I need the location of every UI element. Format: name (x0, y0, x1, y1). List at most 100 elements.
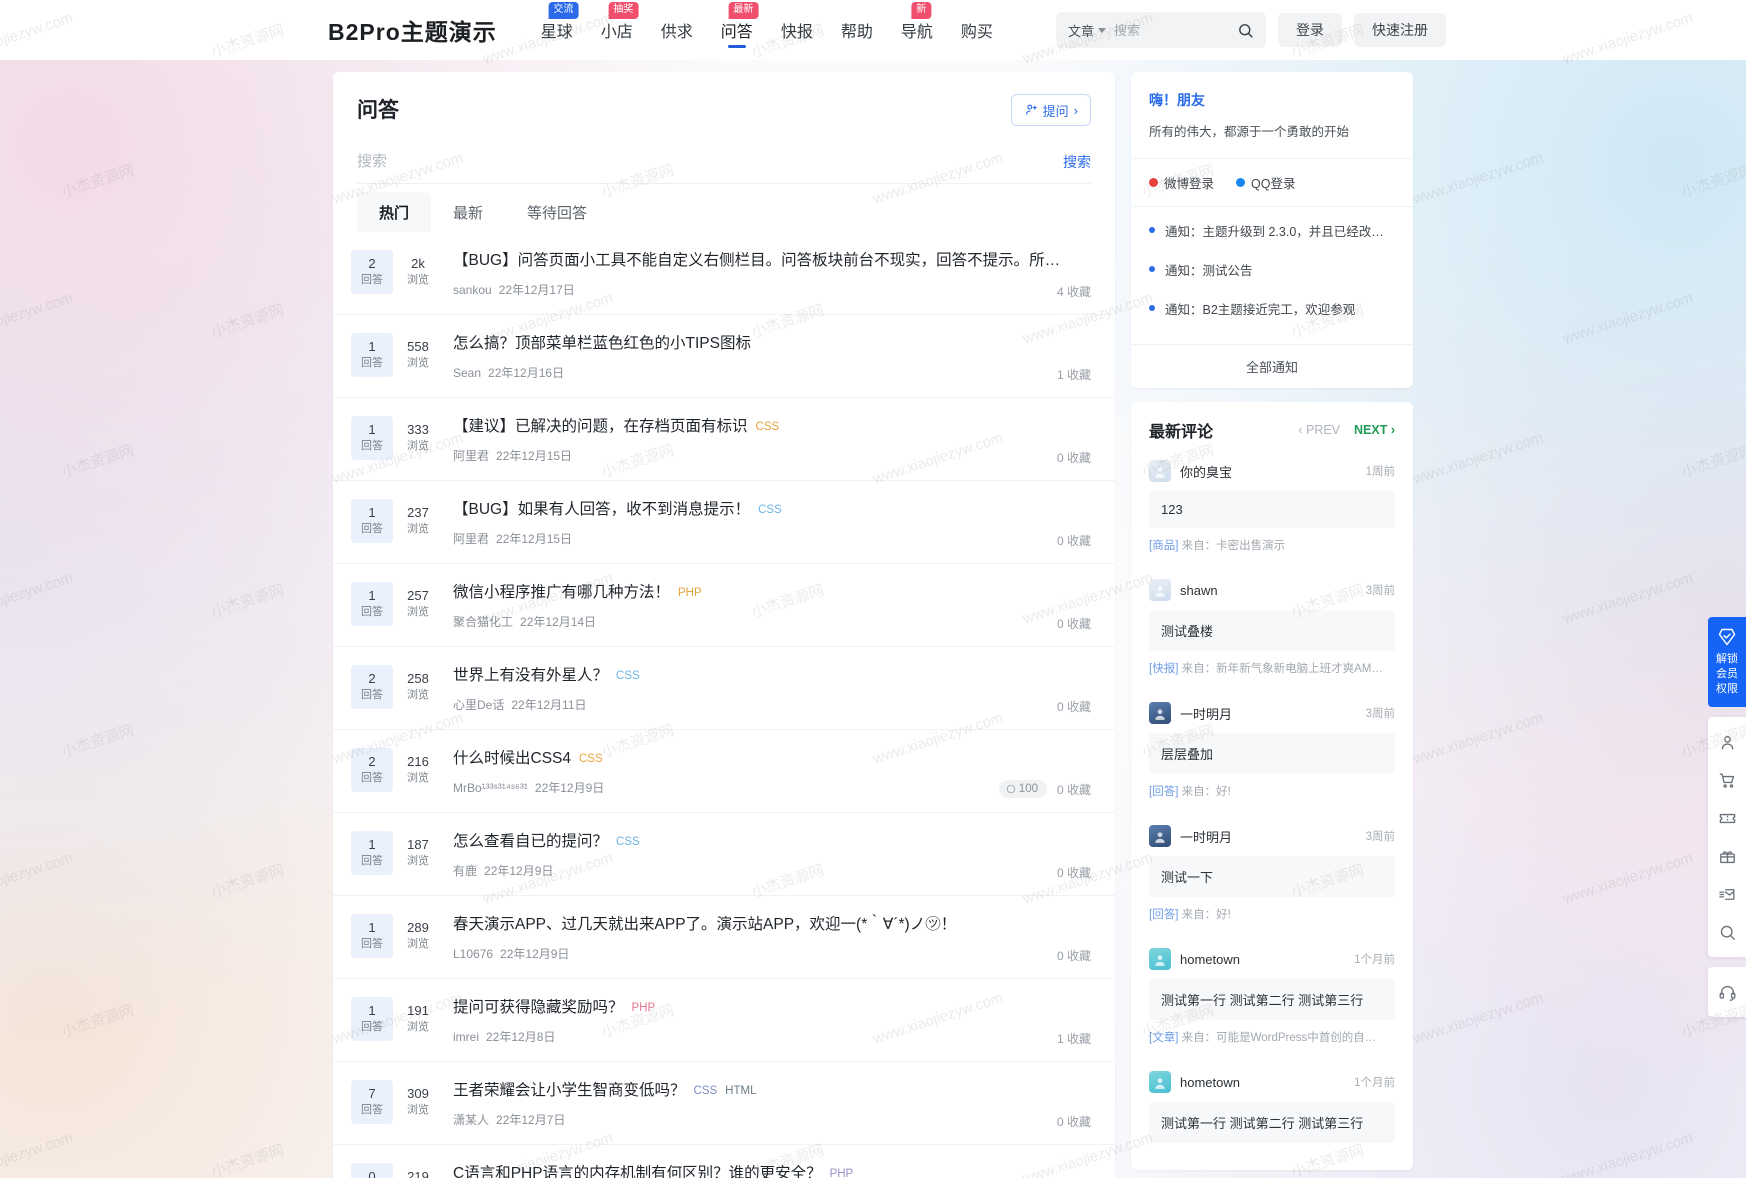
unlock-membership-button[interactable]: 解锁 会员 权限 (1708, 617, 1746, 707)
search-scope-select[interactable]: 文章 (1068, 21, 1107, 40)
nav-item-4[interactable]: 快报 (767, 0, 827, 60)
question-row[interactable]: 7 回答 309 浏览 王者荣耀会让小学生智商变低吗？ CSS HTML 潇某人 22… (333, 1062, 1115, 1145)
search-icon[interactable] (1237, 22, 1254, 39)
mail-icon[interactable] (1708, 875, 1746, 913)
nav-item-3[interactable]: 问答 最新 (707, 0, 767, 60)
question-tag[interactable]: HTML (725, 1085, 756, 1097)
question-title[interactable]: 【BUG】问答页面小工具不能自定义右侧栏目。问答板块前台不现实，回答不提示。所… (453, 250, 1091, 272)
avatar[interactable] (1149, 948, 1171, 970)
comment-source[interactable]: [回答] 来自：好! (1149, 906, 1395, 922)
question-tag[interactable]: CSS (758, 504, 782, 516)
question-author[interactable]: MrBo¹³³ˢ³¹⁴ˢ⁶³¹ (453, 781, 528, 795)
question-row[interactable]: 1 回答 237 浏览 【BUG】如果有人回答，收不到消息提示！ CSS 阿里君 2… (333, 481, 1115, 564)
question-title[interactable]: 【BUG】如果有人回答，收不到消息提示！ CSS (453, 499, 1091, 521)
comment-item[interactable]: 你的臭宝 1周前 123 [商品] 来自：卡密出售演示 (1131, 452, 1413, 571)
comment-source[interactable]: [文章] 来自：可能是WordPress中首创的自… (1149, 1029, 1395, 1045)
comment-author[interactable]: 一时明月 (1180, 827, 1232, 846)
nav-item-7[interactable]: 购买 (947, 0, 1007, 60)
site-logo[interactable]: B2Pro主题演示 (328, 13, 497, 47)
notice-item[interactable]: 通知：主题升级到 2.3.0，并且已经改… (1149, 221, 1395, 240)
qq-login-button[interactable]: QQ登录 (1236, 173, 1295, 192)
question-tag[interactable]: PHP (678, 587, 702, 599)
question-tag[interactable]: CSS (579, 753, 603, 765)
question-title[interactable]: 什么时候出CSS4 CSS (453, 748, 1091, 770)
qa-search-input[interactable] (357, 153, 1049, 170)
question-title[interactable]: 【建议】已解决的问题，在存档页面有标识 CSS (453, 416, 1091, 438)
nav-item-2[interactable]: 供求 (647, 0, 707, 60)
question-row[interactable]: 1 回答 257 浏览 微信小程序推广有哪几种方法！ PHP 聚合猫化工 22年12… (333, 564, 1115, 647)
question-author[interactable]: sankou (453, 283, 492, 297)
comment-item[interactable]: 一时明月 3周前 层层叠加 [回答] 来自：好! (1131, 694, 1413, 817)
register-button[interactable]: 快速注册 (1354, 13, 1446, 47)
question-title[interactable]: 怎么搞？顶部菜单栏蓝色红色的小TIPS图标 (453, 333, 1091, 355)
headset-icon[interactable] (1708, 973, 1746, 1011)
notice-item[interactable]: 通知：测试公告 (1149, 260, 1395, 279)
comment-item[interactable]: hometown 1个月前 测试第一行 测试第二行 测试第三行 [文章] 来自：… (1131, 940, 1413, 1063)
comment-item[interactable]: 一时明月 3周前 测试一下 [回答] 来自：好! (1131, 817, 1413, 940)
comment-author[interactable]: 你的臭宝 (1180, 462, 1232, 481)
user-icon[interactable] (1708, 723, 1746, 761)
question-row[interactable]: 1 回答 558 浏览 怎么搞？顶部菜单栏蓝色红色的小TIPS图标 Sean 22… (333, 315, 1115, 398)
question-tag[interactable]: CSS (756, 421, 780, 433)
avatar[interactable] (1149, 460, 1171, 482)
question-title[interactable]: 春天演示APP、过几天就出来APP了。演示站APP，欢迎一(*｀∀´*)ノ㋡！ (453, 914, 1091, 936)
avatar[interactable] (1149, 825, 1171, 847)
login-button[interactable]: 登录 (1278, 13, 1342, 47)
weibo-login-button[interactable]: 微博登录 (1149, 173, 1214, 192)
question-author[interactable]: 阿里君 (453, 532, 489, 546)
ask-question-button[interactable]: 提问 › (1010, 94, 1091, 126)
comments-prev-button[interactable]: ‹ PREV (1298, 423, 1340, 437)
question-author[interactable]: 潇某人 (453, 1113, 489, 1127)
question-row[interactable]: 2 回答 216 浏览 什么时候出CSS4 CSS MrBo¹³³ˢ³¹⁴ˢ⁶³¹… (333, 730, 1115, 813)
question-row[interactable]: 1 回答 187 浏览 怎么查看自已的提问？ CSS 有鹿 22年12月9日 0 收… (333, 813, 1115, 896)
avatar[interactable] (1149, 702, 1171, 724)
comment-author[interactable]: hometown (1180, 1075, 1240, 1090)
question-tag[interactable]: PHP (830, 1168, 854, 1178)
question-row[interactable]: 1 回答 333 浏览 【建议】已解决的问题，在存档页面有标识 CSS 阿里君 22… (333, 398, 1115, 481)
tab-0[interactable]: 热门 (357, 192, 432, 232)
question-author[interactable]: L10676 (453, 947, 493, 961)
header-search[interactable]: 文章 (1056, 12, 1266, 48)
question-title[interactable]: 王者荣耀会让小学生智商变低吗？ CSS HTML (453, 1080, 1091, 1102)
question-row[interactable]: 1 回答 289 浏览 春天演示APP、过几天就出来APP了。演示站APP，欢迎… (333, 896, 1115, 979)
comment-author[interactable]: shawn (1180, 583, 1218, 598)
gift-icon[interactable] (1708, 837, 1746, 875)
question-title[interactable]: 世界上有没有外星人？ CSS (453, 665, 1091, 687)
question-author[interactable]: 心里De话 (453, 698, 504, 712)
comment-source[interactable]: [快报] 来自：新年新气象新电脑上班才爽AM… (1149, 660, 1395, 676)
comment-author[interactable]: hometown (1180, 952, 1240, 967)
nav-item-6[interactable]: 导航 新 (887, 0, 947, 60)
question-row[interactable]: 2 回答 258 浏览 世界上有没有外星人？ CSS 心里De话 22年12月11日… (333, 647, 1115, 730)
avatar[interactable] (1149, 1071, 1171, 1093)
question-author[interactable]: 阿里君 (453, 449, 489, 463)
comment-item[interactable]: hometown 1个月前 测试第一行 测试第二行 测试第三行 (1131, 1063, 1413, 1170)
question-tag[interactable]: CSS (694, 1085, 718, 1097)
comments-next-button[interactable]: NEXT › (1354, 423, 1395, 437)
qa-search-button[interactable]: 搜索 (1049, 152, 1091, 172)
ticket-icon[interactable] (1708, 799, 1746, 837)
question-title[interactable]: 微信小程序推广有哪几种方法！ PHP (453, 582, 1091, 604)
question-author[interactable]: 有鹿 (453, 864, 477, 878)
search-input[interactable] (1114, 22, 1229, 38)
question-row[interactable]: 1 回答 191 浏览 提问可获得隐藏奖励吗？ PHP imrei 22年12月8日… (333, 979, 1115, 1062)
question-author[interactable]: imrei (453, 1030, 479, 1044)
question-title[interactable]: 怎么查看自已的提问？ CSS (453, 831, 1091, 853)
search-icon[interactable] (1708, 913, 1746, 951)
question-author[interactable]: 聚合猫化工 (453, 615, 513, 629)
tab-1[interactable]: 最新 (431, 192, 505, 232)
question-title[interactable]: C语言和PHP语言的内存机制有何区别？谁的更安全？ PHP (453, 1163, 1091, 1178)
question-row[interactable]: 2 回答 2k 浏览 【BUG】问答页面小工具不能自定义右侧栏目。问答板块前台不… (333, 232, 1115, 315)
question-tag[interactable]: CSS (616, 670, 640, 682)
comment-source[interactable]: [回答] 来自：好! (1149, 783, 1395, 799)
question-title[interactable]: 提问可获得隐藏奖励吗？ PHP (453, 997, 1091, 1019)
avatar[interactable] (1149, 579, 1171, 601)
comment-source[interactable]: [商品] 来自：卡密出售演示 (1149, 537, 1395, 553)
question-author[interactable]: Sean (453, 366, 481, 380)
question-tag[interactable]: PHP (632, 1002, 656, 1014)
question-row[interactable]: 0 回答 219 浏览 C语言和PHP语言的内存机制有何区别？谁的更安全？PHP… (333, 1145, 1115, 1178)
comment-item[interactable]: shawn 3周前 测试叠楼 [快报] 来自：新年新气象新电脑上班才爽AM… (1131, 571, 1413, 694)
nav-item-1[interactable]: 小店 抽奖 (587, 0, 647, 60)
notice-item[interactable]: 通知：B2主题接近完工，欢迎参观 (1149, 299, 1395, 318)
nav-item-0[interactable]: 星球 交流 (527, 0, 587, 60)
tab-2[interactable]: 等待回答 (505, 192, 609, 232)
